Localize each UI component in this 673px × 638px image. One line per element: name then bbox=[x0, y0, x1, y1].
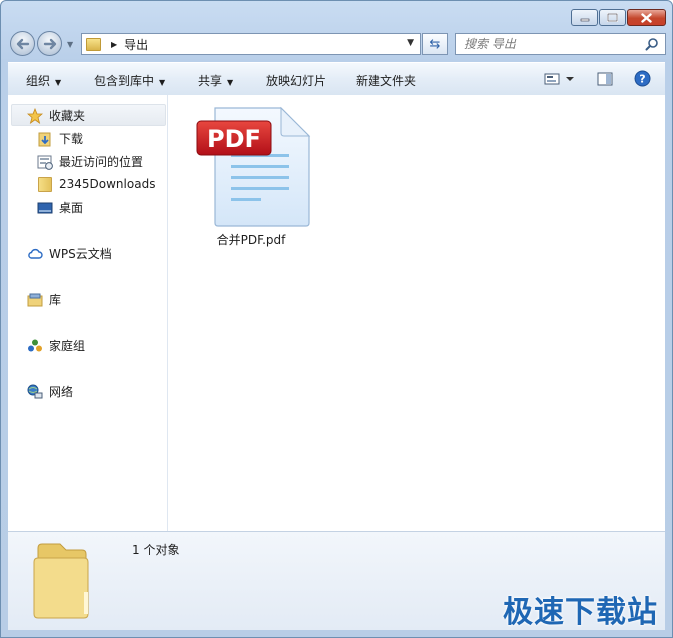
chevron-down-icon: ▼ bbox=[55, 78, 62, 87]
folder-icon bbox=[86, 37, 101, 51]
chevron-down-icon: ▼ bbox=[159, 78, 166, 87]
search-input[interactable] bbox=[462, 36, 644, 52]
breadcrumb-current-folder[interactable]: 导出 bbox=[124, 36, 148, 53]
file-item[interactable]: PDF bbox=[191, 105, 317, 232]
folder-icon bbox=[37, 176, 53, 192]
explorer-window: ▼ ▶ 导出 ▼ ⇆ 组织 ▼ 包含到库中 ▼ 共享 ▼ 放映幻灯片 新建文件夹 bbox=[0, 0, 673, 638]
organize-label: 组织 bbox=[26, 74, 51, 88]
navigation-buttons: ▼ bbox=[10, 31, 73, 57]
organize-menu[interactable]: 组织 ▼ bbox=[26, 72, 61, 89]
homegroup-icon bbox=[27, 338, 43, 354]
search-box[interactable] bbox=[455, 33, 666, 55]
content-pane: 收藏夹 下载 最近访问的位置 2345Downloads 桌面 WPS云文档 库… bbox=[8, 95, 665, 532]
close-button[interactable] bbox=[627, 9, 666, 26]
breadcrumb-chevron-icon[interactable]: ▶ bbox=[111, 40, 117, 49]
sidebar-item-label: 2345Downloads bbox=[59, 177, 156, 191]
refresh-button[interactable]: ⇆ bbox=[422, 33, 448, 55]
star-icon bbox=[27, 107, 43, 124]
minimize-icon bbox=[580, 18, 589, 21]
sidebar-item-label: 桌面 bbox=[59, 201, 84, 215]
sidebar-item-label: 库 bbox=[49, 293, 62, 307]
share-menu[interactable]: 共享 ▼ bbox=[198, 72, 233, 89]
sidebar-item-network[interactable]: 网络 bbox=[27, 383, 73, 400]
folder-large-icon bbox=[33, 543, 89, 619]
desktop-icon bbox=[37, 200, 53, 216]
chevron-down-icon: ▼ bbox=[227, 78, 234, 87]
preview-pane-icon bbox=[597, 72, 613, 86]
pdf-file-icon: PDF bbox=[196, 106, 311, 227]
sidebar-item-label: 家庭组 bbox=[49, 339, 86, 353]
recent-pages-dropdown-icon[interactable]: ▼ bbox=[67, 40, 73, 49]
sidebar-item-2345downloads[interactable]: 2345Downloads bbox=[37, 176, 155, 192]
view-options-button[interactable] bbox=[544, 71, 576, 90]
forward-button[interactable] bbox=[37, 31, 62, 56]
share-label: 共享 bbox=[198, 74, 223, 88]
back-button[interactable] bbox=[10, 31, 35, 56]
new-folder-label: 新建文件夹 bbox=[356, 74, 417, 88]
sidebar-item-label: 收藏夹 bbox=[49, 109, 86, 123]
sidebar-item-recent-places[interactable]: 最近访问的位置 bbox=[37, 153, 143, 170]
pdf-badge-text: PDF bbox=[207, 125, 261, 153]
preview-pane-button[interactable] bbox=[597, 71, 613, 90]
view-icon bbox=[544, 73, 574, 85]
refresh-icon: ⇆ bbox=[429, 36, 441, 52]
search-icon[interactable] bbox=[645, 37, 659, 51]
watermark: 极速下载站 bbox=[503, 595, 658, 630]
item-count-text: 1 个对象 bbox=[132, 543, 180, 557]
address-dropdown-icon[interactable]: ▼ bbox=[407, 38, 414, 48]
cloud-icon bbox=[27, 246, 43, 262]
recent-places-icon bbox=[37, 154, 53, 170]
file-list-view: PDF 合并PDF.pdf bbox=[168, 95, 665, 531]
sidebar-item-favorites[interactable]: 收藏夹 bbox=[27, 107, 85, 124]
sidebar-item-label: 最近访问的位置 bbox=[59, 155, 144, 169]
include-in-library-label: 包含到库中 bbox=[94, 74, 155, 88]
sidebar-item-wps-cloud[interactable]: WPS云文档 bbox=[27, 245, 112, 262]
command-bar: 组织 ▼ 包含到库中 ▼ 共享 ▼ 放映幻灯片 新建文件夹 ? bbox=[8, 62, 665, 96]
sidebar-item-downloads[interactable]: 下载 bbox=[37, 130, 83, 147]
sidebar-item-label: 下载 bbox=[59, 132, 84, 146]
sidebar-item-homegroup[interactable]: 家庭组 bbox=[27, 337, 85, 354]
network-icon bbox=[27, 384, 43, 400]
help-button[interactable]: ? bbox=[634, 70, 651, 90]
slideshow-button[interactable]: 放映幻灯片 bbox=[266, 72, 326, 89]
maximize-icon bbox=[607, 13, 618, 22]
file-name-label[interactable]: 合并PDF.pdf bbox=[206, 231, 296, 248]
arrow-right-icon bbox=[43, 38, 56, 49]
sidebar-item-desktop[interactable]: 桌面 bbox=[37, 199, 83, 216]
downloads-folder-icon bbox=[37, 131, 53, 147]
close-icon bbox=[641, 12, 652, 23]
sidebar-item-libraries[interactable]: 库 bbox=[27, 291, 61, 308]
sidebar-item-label: 网络 bbox=[49, 385, 74, 399]
minimize-button[interactable] bbox=[571, 9, 598, 26]
navigation-pane: 收藏夹 下载 最近访问的位置 2345Downloads 桌面 WPS云文档 库… bbox=[8, 95, 168, 531]
arrow-left-icon bbox=[16, 38, 29, 49]
address-bar[interactable]: ▶ 导出 ▼ bbox=[81, 33, 421, 55]
sidebar-item-label: WPS云文档 bbox=[49, 247, 112, 261]
help-icon: ? bbox=[634, 70, 651, 87]
slideshow-label: 放映幻灯片 bbox=[266, 74, 327, 88]
svg-text:?: ? bbox=[639, 73, 645, 86]
include-in-library-menu[interactable]: 包含到库中 ▼ bbox=[94, 72, 165, 89]
new-folder-button[interactable]: 新建文件夹 bbox=[356, 72, 416, 89]
caption-buttons bbox=[570, 9, 666, 26]
maximize-button[interactable] bbox=[599, 9, 626, 26]
library-icon bbox=[27, 292, 43, 308]
